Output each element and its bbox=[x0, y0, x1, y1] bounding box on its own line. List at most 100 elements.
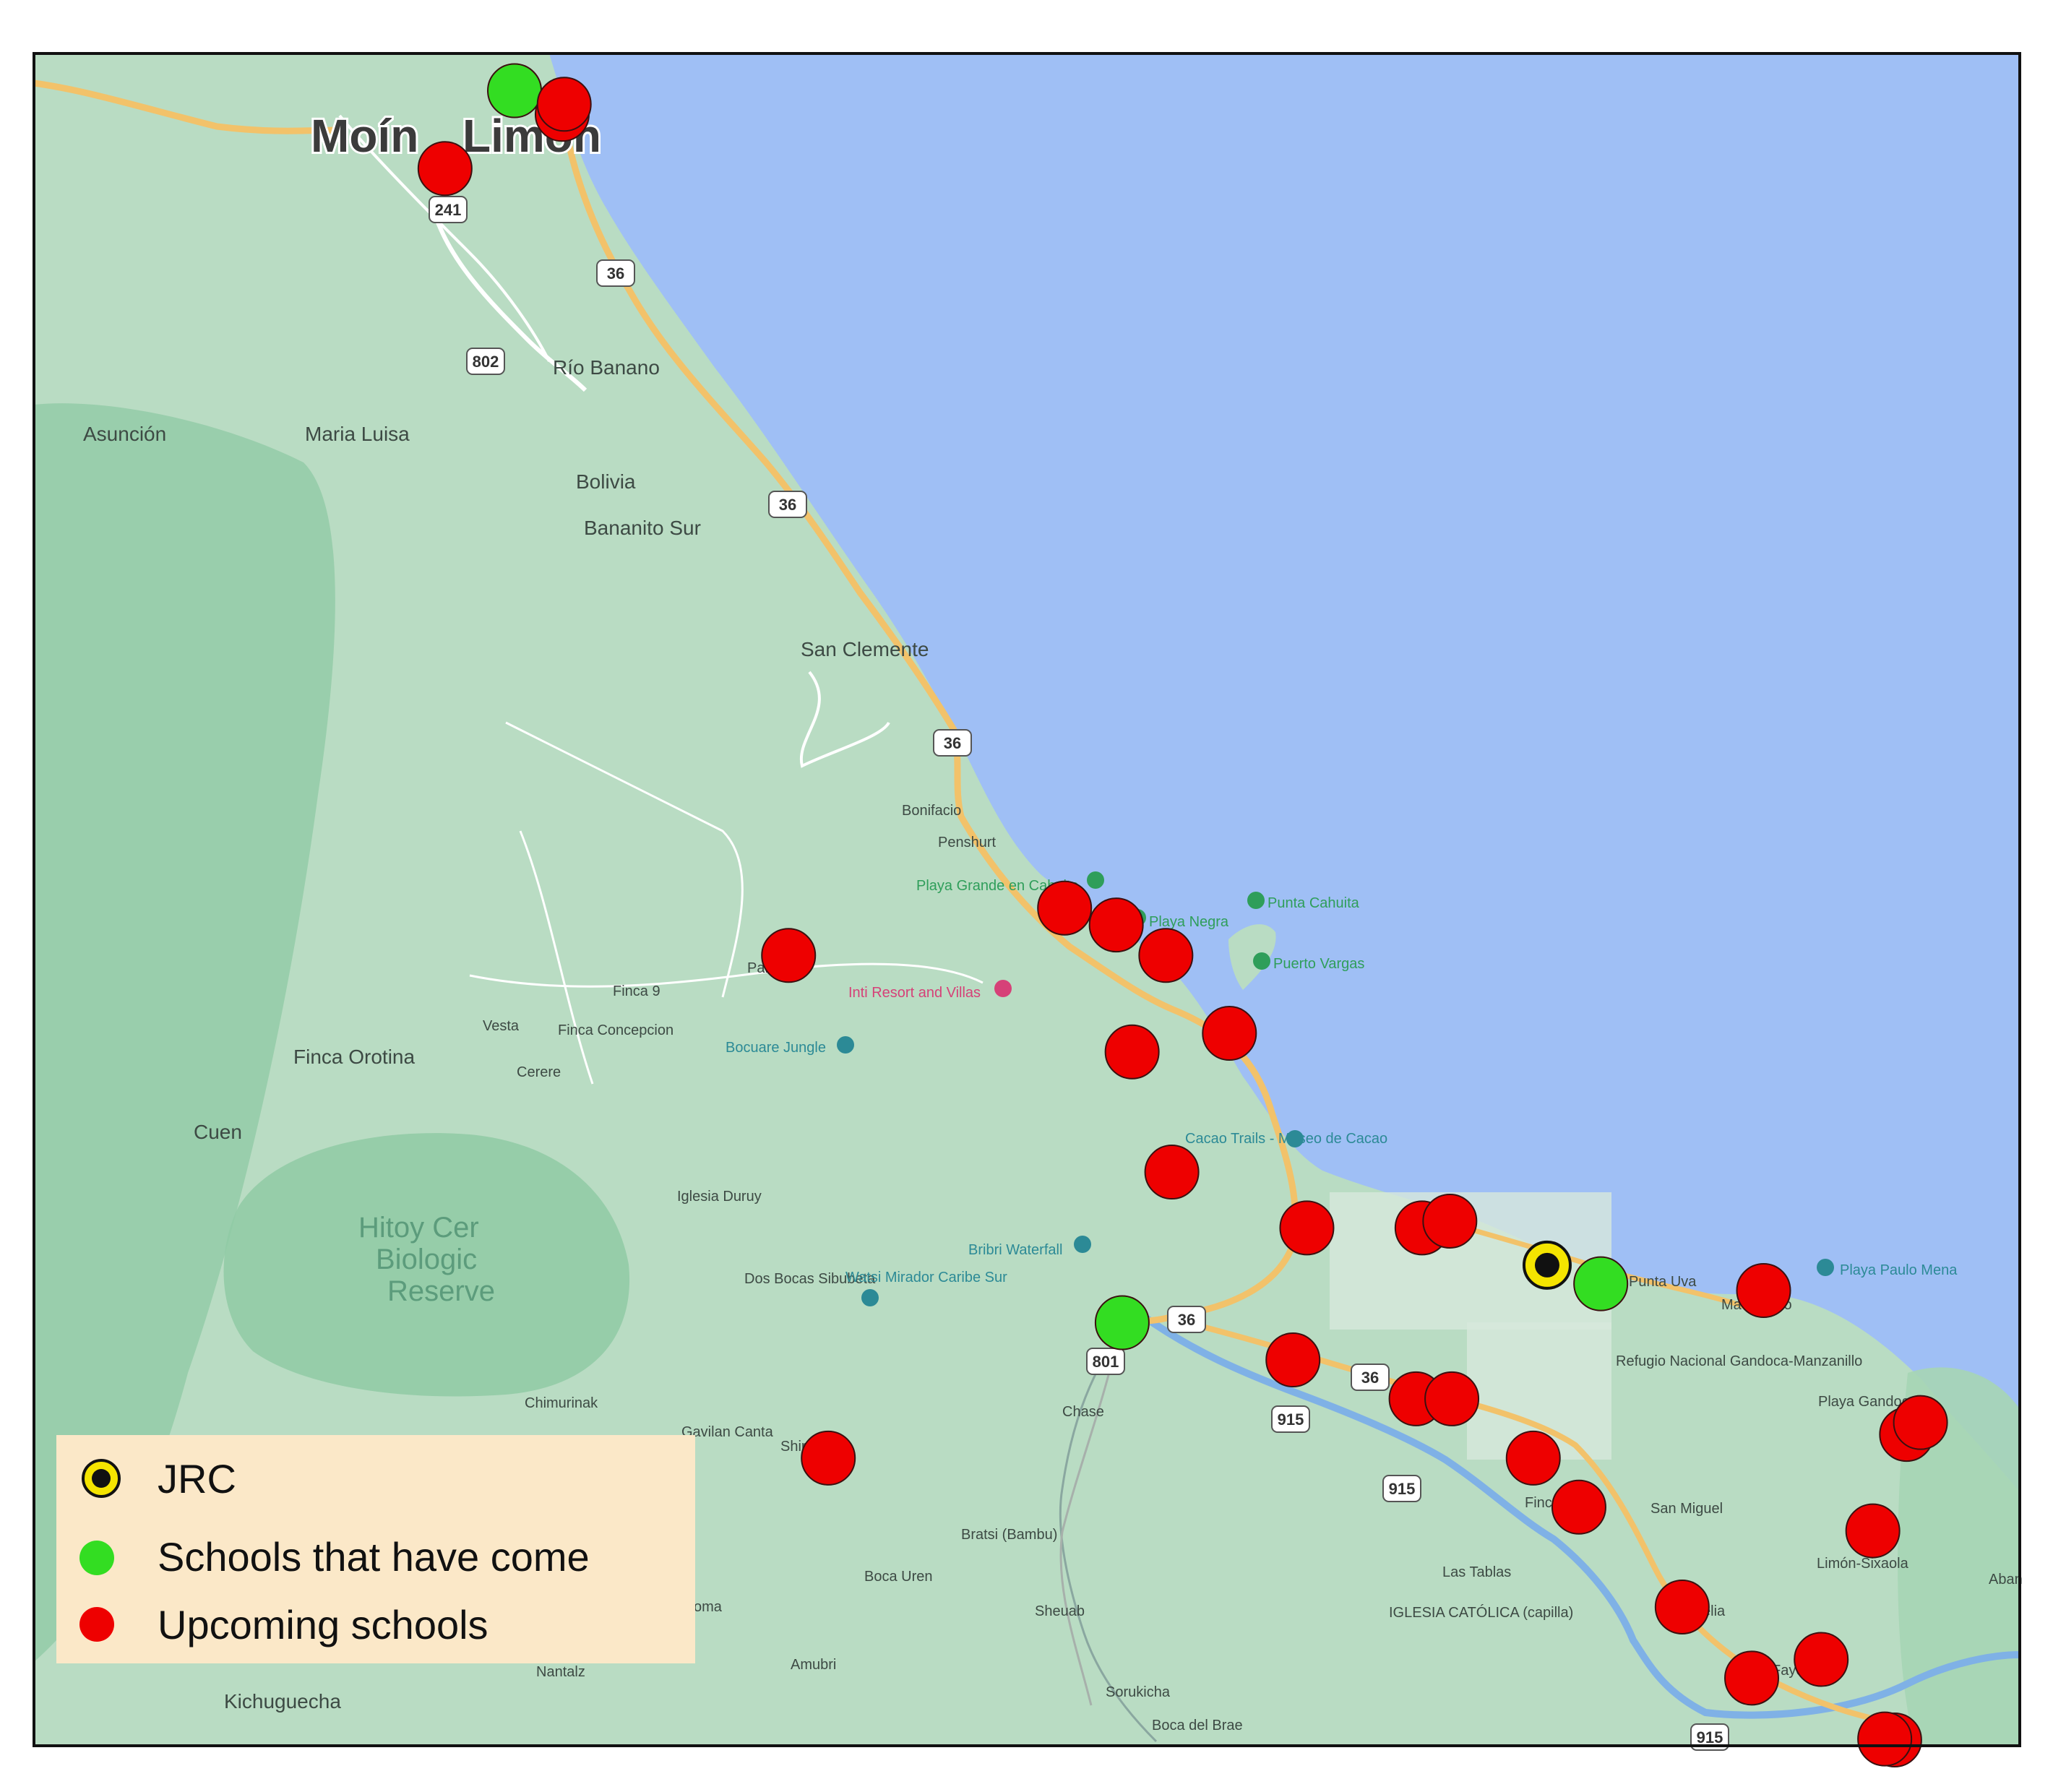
poi-pin-icon bbox=[1247, 892, 1265, 909]
school-upcoming-marker[interactable] bbox=[1037, 880, 1093, 936]
school-upcoming-marker[interactable] bbox=[1138, 928, 1194, 983]
map[interactable]: 2413680236368013636915915915 Moín Limón … bbox=[0, 0, 2053, 1792]
school-upcoming-marker[interactable] bbox=[1794, 1632, 1849, 1687]
place-label: San Miguel bbox=[1650, 1501, 1723, 1517]
school-upcoming-marker[interactable] bbox=[1088, 897, 1144, 953]
school-upcoming-marker[interactable] bbox=[1265, 1332, 1321, 1388]
place-label: Finca Orotina bbox=[293, 1046, 415, 1068]
school-came-marker[interactable] bbox=[1573, 1256, 1629, 1311]
place-label: Río Banano bbox=[553, 356, 660, 379]
place-label: Sheuab bbox=[1035, 1603, 1085, 1619]
school-upcoming-marker[interactable] bbox=[1202, 1006, 1257, 1061]
road-shield-icon: 915 bbox=[1271, 1405, 1310, 1433]
place-label: Boca Uren bbox=[864, 1569, 933, 1585]
poi-label: Punta Cahuita bbox=[1267, 895, 1360, 911]
legend-label-upcoming: Upcoming schools bbox=[158, 1602, 488, 1647]
jrc-marker-center bbox=[92, 1469, 111, 1488]
city-label-moin: Moín bbox=[311, 110, 418, 162]
school-upcoming-marker[interactable] bbox=[1505, 1430, 1561, 1486]
place-label: Penshurt bbox=[938, 835, 996, 850]
poi-label: Puerto Vargas bbox=[1273, 956, 1364, 972]
road-shield-icon: 801 bbox=[1086, 1348, 1125, 1375]
school-upcoming-marker[interactable] bbox=[1104, 1024, 1160, 1080]
road-shield-label: 36 bbox=[1361, 1369, 1379, 1387]
poi-pin-icon bbox=[861, 1289, 879, 1306]
place-label: Aban bbox=[1989, 1572, 2023, 1588]
school-upcoming-marker[interactable] bbox=[536, 77, 592, 132]
school-upcoming-marker[interactable] bbox=[1845, 1503, 1901, 1559]
road-shield-label: 36 bbox=[1178, 1311, 1195, 1329]
poi-pin-icon bbox=[837, 1036, 854, 1054]
place-label: oma bbox=[694, 1599, 723, 1615]
school-upcoming-marker[interactable] bbox=[1422, 1193, 1478, 1249]
place-label: Chimurinak bbox=[525, 1395, 598, 1411]
road-shield-icon: 36 bbox=[596, 259, 635, 287]
place-label: Finca 9 bbox=[613, 983, 660, 999]
poi-pin-icon bbox=[1087, 871, 1104, 889]
place-label: Chase bbox=[1062, 1404, 1104, 1420]
school-upcoming-marker[interactable] bbox=[1724, 1650, 1780, 1706]
poi-pin-icon bbox=[1286, 1130, 1304, 1147]
upcoming-marker-icon bbox=[79, 1607, 114, 1642]
reserve-label: Reserve bbox=[387, 1275, 495, 1307]
school-upcoming-marker[interactable] bbox=[1893, 1395, 1948, 1450]
place-label: Finca Concepcion bbox=[558, 1022, 673, 1038]
place-label: Kichuguecha bbox=[224, 1690, 341, 1713]
school-upcoming-marker[interactable] bbox=[1551, 1479, 1606, 1535]
school-upcoming-marker[interactable] bbox=[1424, 1371, 1480, 1426]
school-upcoming-marker[interactable] bbox=[761, 928, 817, 983]
road-shield-icon: 241 bbox=[429, 196, 468, 223]
reserve-label: Hitoy Cer bbox=[358, 1212, 479, 1244]
place-label: Gavilan Canta bbox=[681, 1424, 774, 1440]
school-upcoming-marker[interactable] bbox=[1654, 1579, 1710, 1634]
road-shield-icon: 915 bbox=[1382, 1475, 1421, 1502]
poi-label: Bribri Waterfall bbox=[968, 1242, 1062, 1258]
road-shield-label: 36 bbox=[607, 264, 624, 283]
road-shield-label: 241 bbox=[435, 201, 462, 219]
road-shield-label: 36 bbox=[944, 734, 961, 752]
poi-label: Inti Resort and Villas bbox=[848, 985, 981, 1001]
place-label: Vesta bbox=[483, 1018, 520, 1034]
place-label: Asunción bbox=[83, 423, 166, 445]
place-label: Nantalz bbox=[536, 1664, 585, 1680]
place-label: Amubri bbox=[791, 1657, 836, 1673]
road-shield-icon: 802 bbox=[466, 348, 505, 375]
road-shield-icon: 36 bbox=[933, 729, 972, 757]
road-shield-label: 915 bbox=[1278, 1410, 1304, 1429]
road-shield-label: 36 bbox=[779, 496, 796, 514]
place-label: Bolivia bbox=[576, 470, 636, 493]
legend-item-jrc: JRC bbox=[82, 1456, 236, 1502]
school-upcoming-marker[interactable] bbox=[1144, 1145, 1200, 1200]
school-upcoming-marker[interactable] bbox=[1857, 1711, 1913, 1767]
legend-label-jrc: JRC bbox=[158, 1456, 236, 1502]
poi-pin-icon bbox=[1817, 1259, 1834, 1276]
poi-pin-icon bbox=[1074, 1236, 1091, 1253]
road-shield-label: 915 bbox=[1697, 1728, 1723, 1746]
place-label: Bratsi (Bambu) bbox=[961, 1527, 1057, 1543]
school-upcoming-marker[interactable] bbox=[417, 141, 473, 197]
school-upcoming-marker[interactable] bbox=[801, 1430, 856, 1486]
poi-label: Watsi Mirador Caribe Sur bbox=[845, 1270, 1007, 1285]
legend: JRC Schools that have come Upcoming scho… bbox=[56, 1435, 695, 1663]
place-label: Bonifacio bbox=[902, 803, 961, 819]
place-label: Cuen bbox=[194, 1121, 242, 1143]
poi-label: Playa Paulo Mena bbox=[1840, 1262, 1958, 1278]
reserve-label: Biologic bbox=[376, 1244, 477, 1275]
road-shield-icon: 36 bbox=[768, 491, 807, 518]
place-label: Sorukicha bbox=[1106, 1684, 1171, 1700]
place-label: Maria Luisa bbox=[305, 423, 410, 445]
place-label: IGLESIA CATÓLICA (capilla) bbox=[1389, 1604, 1573, 1621]
school-upcoming-marker[interactable] bbox=[1279, 1200, 1335, 1256]
road-shield-icon: 36 bbox=[1351, 1364, 1390, 1391]
school-upcoming-marker[interactable] bbox=[1736, 1263, 1791, 1319]
place-label: San Clemente bbox=[801, 638, 929, 660]
poi-pin-icon bbox=[1253, 952, 1270, 970]
came-marker-icon bbox=[79, 1541, 114, 1575]
poi-label: Playa Negra bbox=[1149, 914, 1229, 930]
road-shield-label: 802 bbox=[473, 353, 499, 371]
school-came-marker[interactable] bbox=[487, 63, 543, 119]
poi-label: Bocuare Jungle bbox=[726, 1040, 826, 1056]
jrc-marker-center bbox=[1534, 1252, 1559, 1278]
place-label: Las Tablas bbox=[1442, 1564, 1511, 1580]
school-came-marker[interactable] bbox=[1094, 1295, 1150, 1351]
